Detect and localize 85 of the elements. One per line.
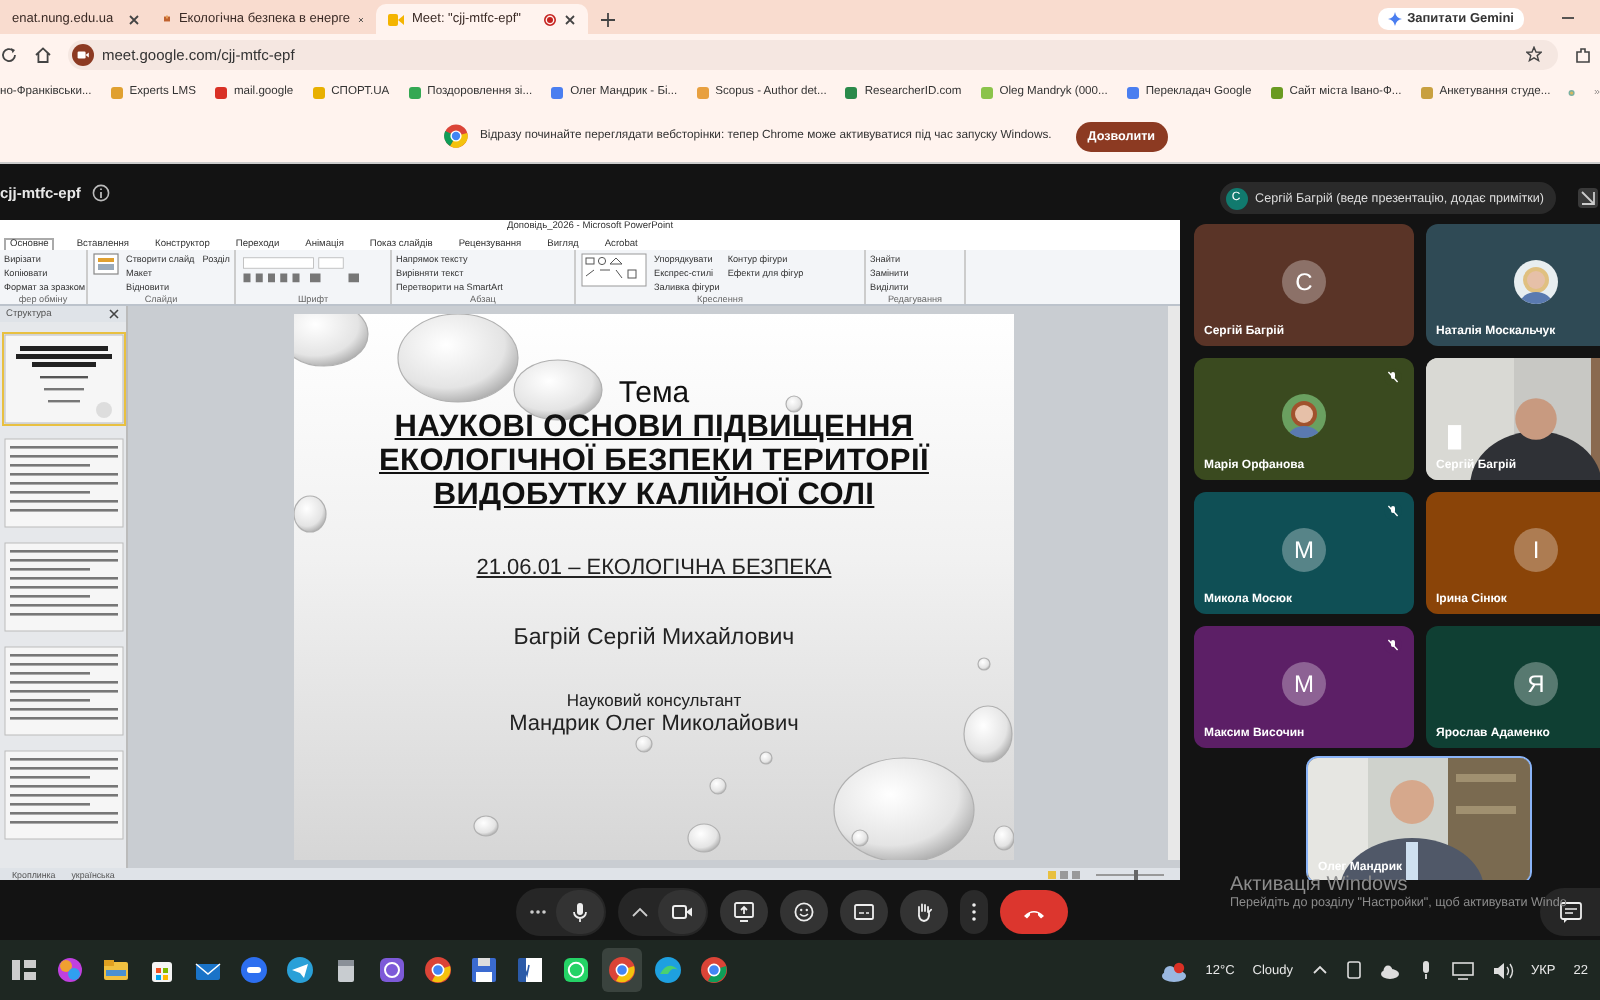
- app-icon[interactable]: [378, 956, 406, 984]
- present-icon[interactable]: [734, 902, 754, 922]
- site-icon: [407, 85, 422, 99]
- trash-can-icon[interactable]: [332, 956, 360, 984]
- site-icon: [109, 85, 124, 99]
- close-icon[interactable]: [128, 13, 140, 25]
- speaker-icon[interactable]: [1491, 961, 1513, 979]
- site-icon: [844, 85, 859, 99]
- site-icon: [1125, 85, 1140, 99]
- document-icon[interactable]: [516, 956, 544, 984]
- consultant-name: Мандрик Олег Миколайович: [509, 712, 799, 736]
- site-icon: [979, 85, 994, 99]
- browser-logo-icon: [444, 124, 468, 148]
- raise-hand-icon[interactable]: [914, 902, 934, 922]
- present-button[interactable]: [720, 890, 768, 934]
- cloud-icon[interactable]: [1159, 959, 1188, 981]
- consultant-label: Науковий консультант: [566, 690, 742, 710]
- scrollbar[interactable]: [1168, 306, 1180, 860]
- captions-button[interactable]: [840, 890, 888, 934]
- site-icon: [213, 85, 228, 99]
- emoji-icon[interactable]: [794, 902, 814, 922]
- site-icon: [550, 85, 565, 99]
- slide-topic: Тема: [618, 376, 690, 410]
- more-vertical-button[interactable]: [960, 890, 988, 934]
- caret-up-icon[interactable]: [630, 904, 650, 920]
- more-vertical-icon[interactable]: [970, 902, 978, 922]
- slide-title: НАУКОВІ ОСНОВИ ПІДВИЩЕННЯ: [394, 410, 914, 444]
- more-dots-icon[interactable]: [528, 904, 548, 920]
- avatar: І: [1514, 527, 1558, 571]
- captions-icon[interactable]: [854, 902, 874, 922]
- phone-icon[interactable]: [1345, 960, 1361, 980]
- app-icon[interactable]: [654, 956, 682, 984]
- puzzle-icon[interactable]: [1574, 45, 1592, 63]
- close-icon[interactable]: [108, 308, 120, 320]
- sparkle-icon: [1387, 12, 1402, 26]
- camera-button[interactable]: [658, 890, 706, 934]
- task-view-icon[interactable]: [10, 956, 38, 984]
- layout-icon[interactable]: [1576, 186, 1600, 210]
- monitor-icon[interactable]: [1451, 961, 1473, 979]
- browser-icon[interactable]: [608, 956, 636, 984]
- slide-thumbnail[interactable]: [1, 332, 125, 426]
- chevron-up-icon[interactable]: [1311, 962, 1327, 978]
- microphone-icon[interactable]: [570, 901, 590, 923]
- app-icon[interactable]: [56, 956, 84, 984]
- activation-title: Активація Windows: [1230, 874, 1410, 896]
- reload-icon[interactable]: [0, 45, 18, 63]
- document-icon: [164, 12, 171, 26]
- author-name: Багрій Сергій Михайлович: [513, 626, 795, 650]
- avatar: М: [1282, 527, 1326, 571]
- avatar: М: [1282, 661, 1326, 705]
- plus-icon[interactable]: [600, 12, 616, 28]
- site-icon: [695, 85, 710, 99]
- slide-thumbnail[interactable]: [1, 540, 125, 634]
- app-icon[interactable]: [240, 956, 268, 984]
- site-icon: [311, 85, 326, 99]
- chat-bubble-icon[interactable]: [562, 956, 590, 984]
- microphone-button[interactable]: [556, 890, 604, 934]
- store-icon[interactable]: [148, 956, 176, 984]
- browser-icon[interactable]: [424, 956, 452, 984]
- slide-thumbnail[interactable]: [1, 436, 125, 530]
- paper-plane-icon[interactable]: [286, 956, 314, 984]
- slide-thumbnail[interactable]: [1, 644, 125, 738]
- emoji-button[interactable]: [780, 890, 828, 934]
- avatar: Я: [1514, 661, 1558, 705]
- folder-icon[interactable]: [102, 956, 130, 984]
- slide-thumbnail[interactable]: [1, 748, 125, 842]
- specialty-code: 21.06.01 – ЕКОЛОГІЧНА БЕЗПЕКА: [476, 556, 832, 580]
- camera-icon[interactable]: [672, 902, 692, 922]
- cloud-icon[interactable]: [1379, 961, 1399, 979]
- home-icon[interactable]: [34, 45, 52, 63]
- site-icon: [1419, 85, 1434, 99]
- avatar: С: [1282, 259, 1326, 303]
- close-icon[interactable]: [564, 13, 576, 25]
- video-camera-icon: [388, 13, 404, 25]
- slide-title: ВИДОБУТКУ КАЛІЙНОЇ СОЛІ: [433, 478, 875, 512]
- raise-hand-button[interactable]: [900, 890, 948, 934]
- site-icon[interactable]: [72, 43, 94, 65]
- slide-title: ЕКОЛОГІЧНОЇ БЕЗПЕКИ ТЕРИТОРІЇ: [379, 444, 929, 478]
- phone-hangup-button[interactable]: [1000, 890, 1068, 934]
- star-icon[interactable]: [1526, 46, 1542, 62]
- shapes-gallery-drawing[interactable]: [580, 252, 648, 288]
- info-icon[interactable]: [92, 183, 111, 201]
- browser-icon[interactable]: [700, 956, 728, 984]
- microphone-icon[interactable]: [1417, 960, 1433, 980]
- site-icon: [1269, 85, 1284, 99]
